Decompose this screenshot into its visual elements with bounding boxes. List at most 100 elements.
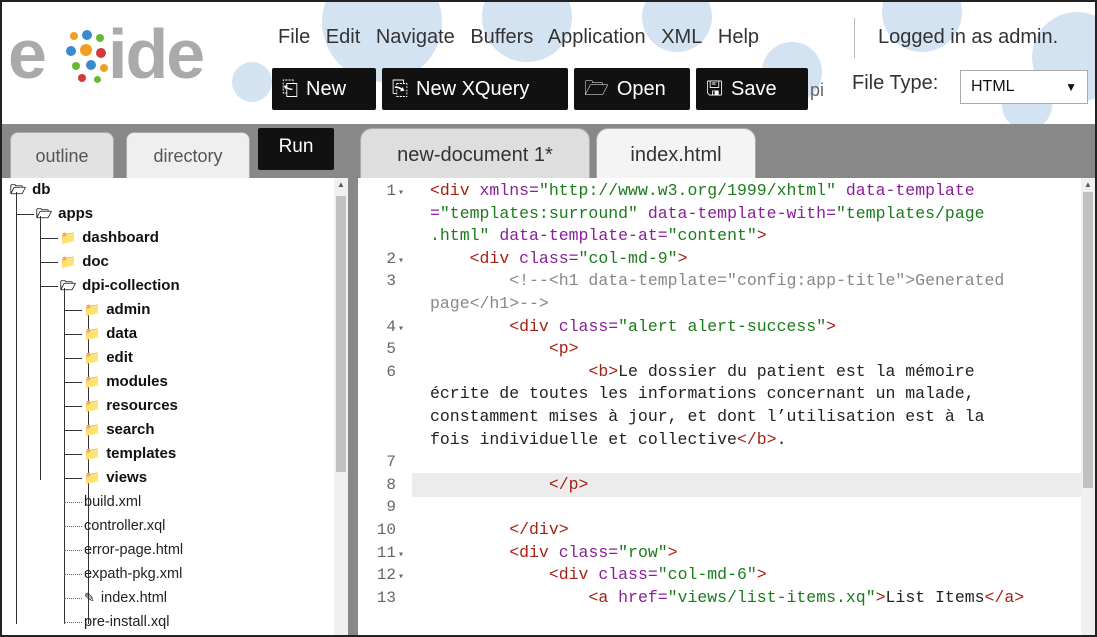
new-file-icon: ⎗ — [282, 78, 298, 100]
menu-edit[interactable]: Edit — [326, 26, 360, 48]
code-token: "http://www.w3.org/1999/xhtml" — [538, 181, 836, 200]
run-button[interactable]: Run — [258, 128, 334, 170]
menu-buffers[interactable]: Buffers — [470, 26, 533, 48]
file-type-select[interactable]: HTML ▼ — [960, 70, 1088, 104]
line-number-text: 4 — [386, 317, 396, 336]
tree-item[interactable]: 📁 search — [64, 418, 155, 442]
tree-item[interactable]: ✎ index.html — [64, 586, 167, 610]
code-token: page</h1>--> — [430, 294, 549, 313]
tree-item-label: pre-install.xql — [84, 614, 170, 630]
code-token: > — [875, 587, 886, 607]
tree-item[interactable]: error-page.html — [64, 538, 183, 562]
tree-item[interactable]: 📁 data — [64, 322, 137, 346]
tree-item-label: apps — [58, 205, 94, 222]
menu-xml[interactable]: XML — [661, 26, 702, 48]
menu-help[interactable]: Help — [718, 26, 759, 48]
tree-item[interactable]: 🗁 dpi-collection — [40, 274, 180, 298]
ghost-text: pi — [810, 80, 825, 100]
tree-item[interactable]: expath-pkg.xml — [64, 562, 182, 586]
tree-connector — [40, 237, 58, 239]
menu-file[interactable]: File — [278, 26, 310, 48]
scroll-up-icon[interactable]: ▲ — [337, 180, 345, 189]
line-number — [358, 293, 412, 315]
open-button-label: Open — [616, 78, 666, 100]
open-button[interactable]: 🗁 Open — [574, 68, 690, 110]
editor-scrollbar-thumb[interactable] — [1083, 192, 1093, 488]
menu-application[interactable]: Application — [548, 26, 646, 48]
code-token: class= — [558, 542, 619, 562]
code-token: class= — [519, 248, 579, 268]
code-line: </p> — [430, 474, 589, 496]
left-panel-tabs: outline directory Run — [2, 124, 348, 178]
code-token: "row" — [618, 542, 668, 562]
tree-item[interactable]: 🗁 db — [10, 178, 50, 202]
line-number-text: 10 — [376, 521, 396, 539]
menu-bar: File Edit Navigate Buffers Application X… — [278, 26, 769, 49]
tree-item[interactable]: 📁 dashboard — [40, 226, 159, 250]
code-line: fois individuelle et collective</b>. — [430, 429, 786, 451]
new-xquery-button[interactable]: ⎘ New XQuery — [382, 68, 568, 110]
editor-scrollbar[interactable]: ▲ — [1081, 178, 1095, 635]
tree-item[interactable]: 📁 templates — [64, 442, 176, 466]
folder-icon: 📁 — [84, 302, 101, 317]
tab-new-document[interactable]: new-document 1* — [360, 128, 590, 178]
tree-item-label: resources — [106, 397, 178, 414]
tree-item[interactable]: 📁 admin — [64, 298, 150, 322]
save-button[interactable]: 🖫 Save — [696, 68, 808, 110]
line-number: 5▾ — [358, 338, 412, 360]
fold-toggle-icon[interactable]: ▾ — [398, 572, 404, 583]
line-number — [358, 203, 412, 225]
tree-connector — [40, 285, 58, 287]
tree-guide-line — [16, 192, 17, 624]
tree-item[interactable]: 📁 resources — [64, 394, 178, 418]
scroll-up-icon[interactable]: ▲ — [1084, 180, 1092, 189]
fold-toggle-icon[interactable]: ▾ — [398, 256, 404, 267]
tree-item[interactable]: 🗁 apps — [16, 202, 93, 226]
tab-outline[interactable]: outline — [10, 132, 114, 178]
code-line: <b>Le dossier du patient est la mémoire — [430, 361, 974, 383]
code-line: <p> — [430, 338, 579, 360]
panel-splitter[interactable] — [348, 124, 358, 635]
tree-item[interactable]: 📁 edit — [64, 346, 133, 370]
tree-item-label: dpi-collection — [82, 277, 180, 294]
code-token: <b> — [588, 361, 619, 381]
tree-scrollbar[interactable]: ▲ — [334, 178, 348, 635]
code-token: <div — [509, 542, 559, 562]
folder-icon: 📁 — [84, 326, 101, 341]
tree-item[interactable]: 📁 doc — [40, 250, 109, 274]
login-status[interactable]: Logged in as admin. — [878, 26, 1058, 49]
code-token: "views/list-items.xq" — [667, 587, 876, 607]
new-button[interactable]: ⎗ New — [272, 68, 376, 110]
code-line: <div class="alert alert-success"> — [430, 316, 836, 338]
tree-connector — [64, 429, 82, 431]
tree-item[interactable]: 📁 views — [64, 466, 147, 490]
fold-toggle-icon[interactable]: ▾ — [398, 550, 404, 561]
folder-icon: 📁 — [60, 230, 77, 245]
code-token: List Items — [885, 587, 985, 607]
line-number: 1 ▾ — [358, 180, 412, 202]
fold-toggle-icon[interactable]: ▾ — [398, 188, 404, 199]
tree-scrollbar-thumb[interactable] — [336, 196, 346, 472]
exide-window: e ide File Edit Navigate Buffers Applica — [0, 0, 1097, 637]
menu-navigate[interactable]: Navigate — [376, 26, 455, 48]
fold-toggle-icon[interactable]: ▾ — [398, 324, 404, 335]
chevron-down-icon: ▼ — [1065, 80, 1077, 94]
line-number-text: 12 — [376, 566, 396, 585]
new-xquery-icon: ⎘ — [392, 78, 408, 100]
tree-item[interactable]: 📁 modules — [64, 370, 168, 394]
tree-item[interactable]: pre-install.xql — [64, 610, 169, 634]
tab-index-html[interactable]: index.html — [596, 128, 756, 178]
code-line: </div> — [430, 519, 568, 541]
tree-item-label: data — [106, 325, 138, 342]
tree-connector — [64, 525, 82, 527]
new-button-label: New — [306, 78, 347, 100]
tree-item[interactable]: controller.xql — [64, 514, 165, 538]
line-number: 2 ▾ — [358, 248, 412, 270]
code-editor[interactable]: 1▾2▾3▾4▾5▾6▾7▾8▾9▾10▾11▾12▾13▾ <div xmln… — [358, 178, 1095, 635]
tree-item[interactable]: build.xml — [64, 490, 141, 514]
tab-directory[interactable]: directory — [126, 132, 250, 178]
code-token: <div — [509, 316, 559, 336]
code-token: = — [430, 203, 440, 223]
